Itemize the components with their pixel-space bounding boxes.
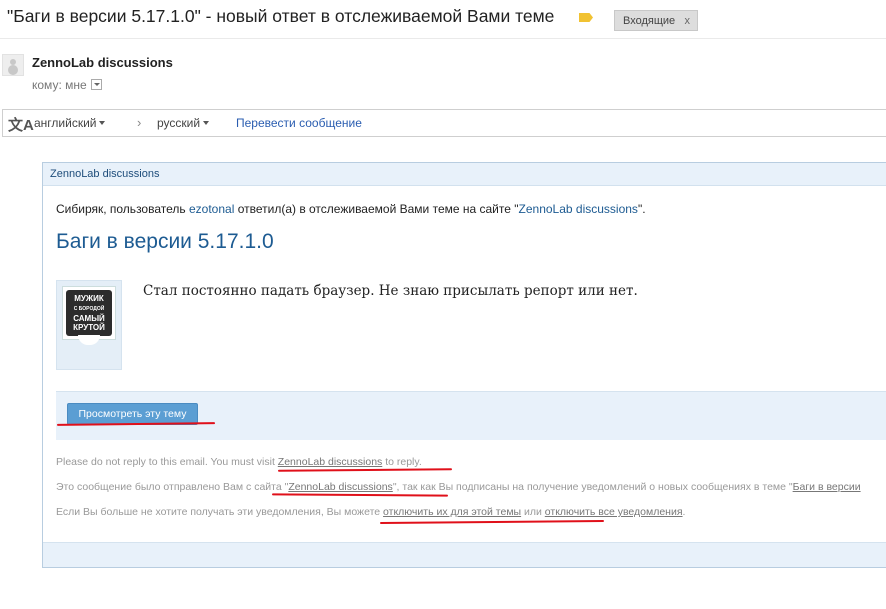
footer-text: или — [521, 506, 545, 518]
footer-text: . — [682, 506, 686, 518]
footer-text: ", так как Вы подписаны на получение уве… — [392, 481, 793, 493]
inbox-label-chip[interactable]: Входящие x — [614, 10, 698, 31]
footer-text: Это сообщение было отправлено Вам с сайт… — [56, 481, 289, 493]
inbox-label-text: Входящие — [623, 14, 676, 27]
footer-text: Если Вы больше не хотите получать эти ув… — [56, 506, 384, 518]
footer-thread-link[interactable]: Баги в версии — [793, 481, 861, 493]
footer-text: to reply. — [382, 456, 422, 468]
card-footer-band — [43, 542, 886, 567]
translate-message-link[interactable]: Перевести сообщение — [236, 116, 362, 130]
footer-site-link[interactable]: ZennoLab discussions — [278, 456, 382, 468]
logo-text: САМЫЙ — [73, 314, 105, 323]
chevron-down-icon — [99, 121, 106, 125]
footer-subscription-note: Это сообщение было отправлено Вам с сайт… — [56, 481, 861, 493]
bearded-man-logo: МУЖИК С БОРОДОЙ САМЫЙ КРУТОЙ — [66, 290, 112, 345]
header-divider — [0, 38, 886, 39]
logo-text: МУЖИК — [74, 294, 104, 303]
intro-part: Сибиряк, пользователь — [56, 202, 189, 216]
footer-text: Please do not reply to this email. You m… — [56, 456, 278, 468]
recipient-line: кому: мне — [32, 78, 102, 92]
recipient-text: кому: мне — [32, 78, 87, 92]
source-language-label: английский — [34, 116, 97, 130]
intro-part: ". — [637, 202, 646, 216]
intro-text: Сибиряк, пользователь ezotonal ответил(а… — [56, 202, 646, 216]
email-subject: "Баги в версии 5.17.1.0" - новый ответ в… — [7, 6, 555, 26]
beard-icon — [78, 335, 100, 345]
post-author-avatar[interactable]: МУЖИК С БОРОДОЙ САМЫЙ КРУТОЙ — [56, 280, 122, 370]
card-header: ZennoLab discussions — [43, 163, 886, 186]
unsubscribe-thread-link[interactable]: отключить их для этой темы — [383, 506, 521, 518]
recipient-details-dropdown-icon[interactable] — [90, 79, 102, 90]
sender-avatar — [2, 54, 24, 76]
footer-site-link[interactable]: ZennoLab discussions — [288, 481, 392, 493]
target-language-select[interactable]: русский — [157, 116, 210, 130]
source-language-select[interactable]: английский — [34, 116, 106, 130]
label-tag-icon[interactable] — [579, 13, 593, 22]
site-link[interactable]: ZennoLab discussions — [519, 202, 638, 216]
translate-bar: 文A английский › русский Перевести сообще… — [2, 109, 886, 137]
footer-unsubscribe: Если Вы больше не хотите получать эти ув… — [56, 506, 685, 518]
email-body-card: ZennoLab discussions Сибиряк, пользовате… — [42, 162, 886, 568]
target-language-label: русский — [157, 116, 201, 130]
sender-name[interactable]: ZennoLab discussions — [32, 55, 173, 70]
post-message: Стал постоянно падать браузер. Не знаю п… — [143, 283, 638, 299]
logo-text: КРУТОЙ — [73, 323, 105, 332]
logo-text: С БОРОДОЙ — [73, 306, 105, 312]
thread-title[interactable]: Баги в версии 5.17.1.0 — [56, 230, 274, 254]
remove-label-icon[interactable]: x — [685, 15, 691, 27]
translate-icon: 文A — [8, 117, 34, 134]
chevron-down-icon — [203, 121, 210, 125]
avatar-frame: МУЖИК С БОРОДОЙ САМЫЙ КРУТОЙ — [62, 286, 116, 345]
intro-part: ответил(а) в отслеживаемой Вами теме на … — [234, 202, 519, 216]
footer-no-reply: Please do not reply to this email. You m… — [56, 456, 422, 468]
unsubscribe-all-link[interactable]: отключить все уведомления — [545, 506, 683, 518]
card-header-title[interactable]: ZennoLab discussions — [50, 168, 159, 180]
user-link[interactable]: ezotonal — [189, 202, 234, 216]
arrow-right-icon: › — [137, 115, 142, 130]
